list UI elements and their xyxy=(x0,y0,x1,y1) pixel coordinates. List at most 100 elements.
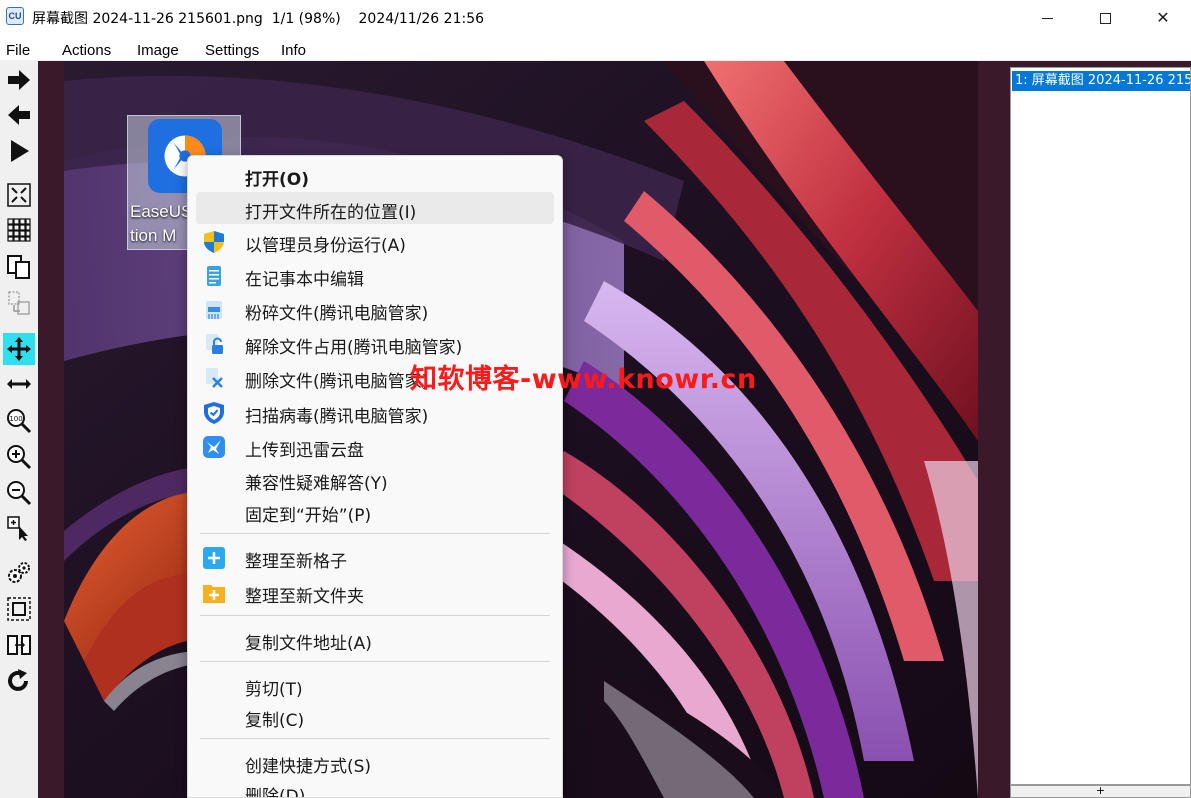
ctx-new-folder[interactable]: 整理至新文件夹 xyxy=(196,576,554,608)
thumbnails-button[interactable] xyxy=(3,214,35,246)
ctx-unlock-file-label: 解除文件占用(腾讯电脑管家) xyxy=(245,338,463,358)
ctx-unlock-file[interactable]: 解除文件占用(腾讯电脑管家) xyxy=(196,327,554,359)
ctx-create-shortcut[interactable]: 创建快捷方式(S) xyxy=(196,746,554,778)
fullscreen-icon xyxy=(7,597,31,621)
ctx-pin-start[interactable]: 固定到“开始”(P) xyxy=(196,495,554,527)
notepad-icon xyxy=(207,266,221,286)
title-bar: CU 屏幕截图 2024-11-26 215601.png 1/1 (98%) … xyxy=(0,0,1191,36)
maximize-button[interactable] xyxy=(1076,0,1134,36)
desktop-label-line1: EaseUS xyxy=(130,202,193,221)
ctx-open-location-label: 打开文件所在的位置(I) xyxy=(245,203,417,223)
panel-splitter[interactable]: + xyxy=(1010,785,1191,798)
zoom-in-button[interactable] xyxy=(3,441,35,473)
ctx-scan-virus[interactable]: 扫描病毒(腾讯电脑管家) xyxy=(196,396,554,428)
ctx-run-as-admin-label: 以管理员身份运行(A) xyxy=(245,236,406,256)
zoom-select-icon xyxy=(7,516,28,541)
rotate-button[interactable] xyxy=(3,665,35,697)
fit-width-icon xyxy=(7,379,31,389)
ctx-delete-file-tencent-label: 删除文件(腾讯电脑管家) xyxy=(245,372,429,392)
ctx-delete-label: 删除(D) xyxy=(245,787,306,798)
menu-settings[interactable]: Settings xyxy=(205,39,259,59)
ctx-cut[interactable]: 剪切(T) xyxy=(196,669,554,701)
ctx-upload-xunlei[interactable]: 上传到迅雷云盘 xyxy=(196,430,554,462)
menu-image[interactable]: Image xyxy=(137,39,179,59)
prev-arrow-icon xyxy=(8,105,30,125)
unlock-icon xyxy=(206,334,223,354)
ctx-compatibility[interactable]: 兼容性疑难解答(Y) xyxy=(196,463,554,495)
ctx-create-shortcut-label: 创建快捷方式(S) xyxy=(245,757,372,777)
watermark-text: 知软博客-www.knowr.cn xyxy=(410,364,757,395)
svg-text:100: 100 xyxy=(9,415,22,423)
file-list[interactable]: 1: 屏幕截图 2024-11-26 215601.png xyxy=(1010,67,1191,785)
ctx-compatibility-label: 兼容性疑难解答(Y) xyxy=(245,474,388,494)
ctx-copy[interactable]: 复制(C) xyxy=(196,700,554,732)
ctx-new-grid-label: 整理至新格子 xyxy=(245,552,347,572)
next-arrow-icon xyxy=(8,70,30,90)
left-toolbar: 100 xyxy=(0,61,38,798)
delete-file-icon xyxy=(206,368,223,388)
thumbnails-grid-icon xyxy=(7,218,31,242)
ctx-open-label: 打开(O) xyxy=(245,170,309,190)
zoom-100-icon: 100 xyxy=(7,409,32,434)
ctx-upload-xunlei-label: 上传到迅雷云盘 xyxy=(245,441,364,461)
zoom-100-button[interactable]: 100 xyxy=(3,405,35,437)
ctx-scan-virus-label: 扫描病毒(腾讯电脑管家) xyxy=(245,407,429,427)
slideshow-play-icon xyxy=(11,140,29,162)
fullscreen-button[interactable] xyxy=(3,593,35,625)
zoom-select-button[interactable] xyxy=(3,512,35,544)
ctx-copy-label: 复制(C) xyxy=(245,711,305,731)
minimize-icon xyxy=(1041,17,1053,19)
minimize-button[interactable] xyxy=(1018,0,1076,36)
close-icon: ✕ xyxy=(1156,8,1170,27)
ctx-copy-path-label: 复制文件地址(A) xyxy=(245,634,372,654)
ctx-shred-file-label: 粉碎文件(腾讯电脑管家) xyxy=(245,304,429,324)
ctx-new-folder-label: 整理至新文件夹 xyxy=(245,587,364,607)
close-button[interactable]: ✕ xyxy=(1134,0,1191,36)
menu-file[interactable]: File xyxy=(6,39,30,59)
file-list-panel: 1: 屏幕截图 2024-11-26 215601.png + xyxy=(1002,61,1191,798)
ctx-separator xyxy=(200,661,550,662)
fit-window-icon xyxy=(7,183,31,207)
ctx-separator xyxy=(200,615,550,616)
uac-shield-icon xyxy=(204,231,224,253)
ctx-edit-notepad-label: 在记事本中编辑 xyxy=(245,270,364,290)
shred-icon xyxy=(206,301,222,319)
rotate-icon xyxy=(8,669,28,691)
ctx-shred-file[interactable]: 粉碎文件(腾讯电脑管家) xyxy=(196,293,554,325)
menu-actions[interactable]: Actions xyxy=(62,39,111,59)
maximize-icon xyxy=(1099,12,1111,24)
ctx-copy-path[interactable]: 复制文件地址(A) xyxy=(196,623,554,655)
ctx-edit-notepad[interactable]: 在记事本中编辑 xyxy=(196,259,554,291)
window-title: 屏幕截图 2024-11-26 215601.png 1/1 (98%) 202… xyxy=(32,11,485,27)
fit-window-button[interactable] xyxy=(3,179,35,211)
ctx-open[interactable]: 打开(O) xyxy=(196,159,554,191)
settings-button[interactable] xyxy=(3,557,35,589)
ctx-pin-start-label: 固定到“开始”(P) xyxy=(245,506,372,526)
ctx-separator xyxy=(200,738,550,739)
menu-info[interactable]: Info xyxy=(281,39,306,59)
ctx-delete[interactable]: 删除(D) xyxy=(196,776,554,798)
copy-pages-button[interactable] xyxy=(3,251,35,283)
pan-tool-button[interactable] xyxy=(3,333,35,365)
ctx-run-as-admin[interactable]: 以管理员身份运行(A) xyxy=(196,225,554,257)
ctx-open-location[interactable]: 打开文件所在的位置(I) xyxy=(196,192,554,224)
compare-icon xyxy=(7,635,31,655)
shield-scan-icon xyxy=(204,402,224,424)
ctx-separator xyxy=(200,533,550,534)
zoom-in-icon xyxy=(7,445,32,470)
move-file-button[interactable] xyxy=(3,287,35,319)
ctx-new-grid[interactable]: 整理至新格子 xyxy=(196,541,554,573)
slideshow-button[interactable] xyxy=(3,135,35,167)
copy-pages-icon xyxy=(7,255,30,279)
compare-button[interactable] xyxy=(3,629,35,661)
desktop-label-line2: tion M xyxy=(130,226,177,245)
context-menu: 打开(O) 打开文件所在的位置(I) 以管理员身份运行(A) 在记事本中编辑 粉… xyxy=(187,155,563,798)
zoom-out-icon xyxy=(7,481,32,506)
next-image-button[interactable] xyxy=(3,64,35,96)
zoom-out-button[interactable] xyxy=(3,477,35,509)
new-folder-icon xyxy=(203,585,225,603)
file-list-item[interactable]: 1: 屏幕截图 2024-11-26 215601.png xyxy=(1012,71,1190,91)
pan-icon xyxy=(7,337,31,361)
prev-image-button[interactable] xyxy=(3,99,35,131)
fit-width-button[interactable] xyxy=(3,368,35,400)
